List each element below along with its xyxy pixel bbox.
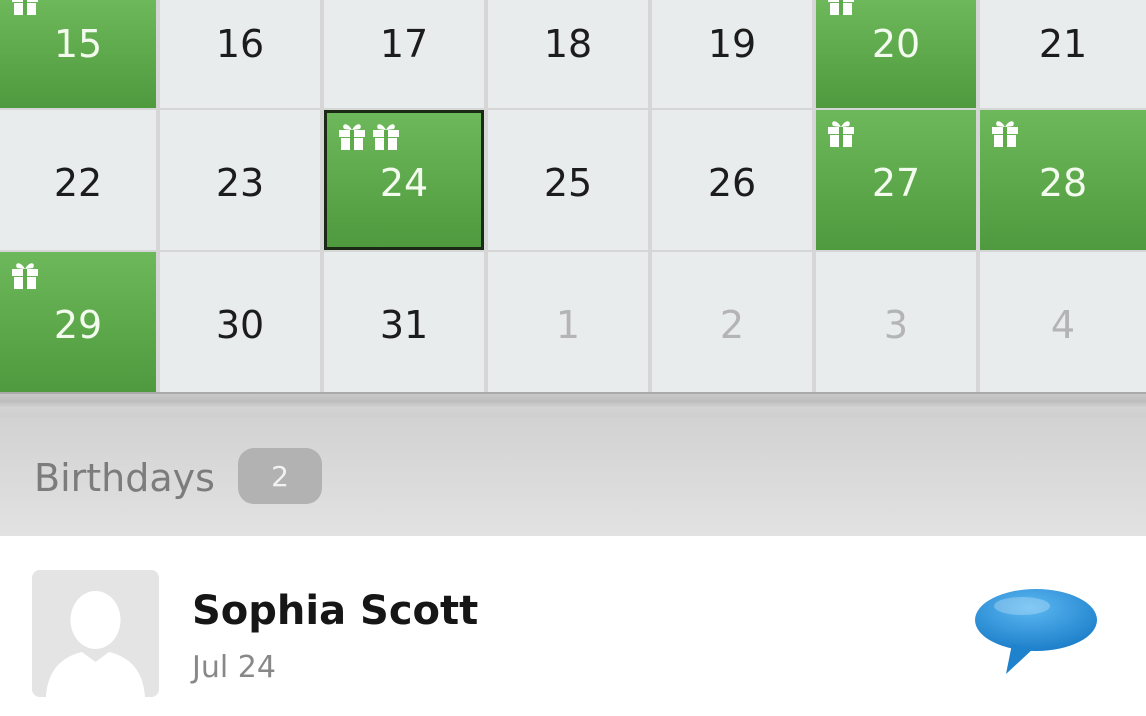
day-number: 31 <box>379 303 429 347</box>
gift-icon <box>992 121 1018 147</box>
calendar-day-31[interactable]: 31 <box>324 252 484 392</box>
list-item[interactable]: Sophia Scott Jul 24 <box>0 536 1146 716</box>
calendar-day-19[interactable]: 19 <box>652 0 812 108</box>
gift-icon <box>828 121 854 147</box>
calendar-day-20[interactable]: 20 <box>816 0 976 108</box>
day-number: 21 <box>1038 22 1088 66</box>
day-number: 3 <box>883 303 909 347</box>
calendar-week-row: 29 30 31 1 2 3 4 <box>0 252 1146 392</box>
birthday-list: Sophia Scott Jul 24 <box>0 536 1146 716</box>
gift-icons <box>826 0 856 16</box>
day-number: 29 <box>53 303 103 347</box>
send-message-button[interactable] <box>972 586 1100 676</box>
day-number: 23 <box>215 161 265 205</box>
day-number: 15 <box>53 22 103 66</box>
person-name: Sophia Scott <box>192 588 479 634</box>
calendar-week-row: 15 16 17 18 19 20 21 <box>0 0 1146 108</box>
day-number: 18 <box>543 22 593 66</box>
calendar-day-15[interactable]: 15 <box>0 0 156 108</box>
avatar <box>32 570 159 697</box>
gift-icons <box>10 0 40 16</box>
calendar-day-28[interactable]: 28 <box>980 110 1146 250</box>
day-number: 16 <box>215 22 265 66</box>
calendar-day-1-next-month[interactable]: 1 <box>488 252 648 392</box>
gift-icons <box>826 118 856 148</box>
gift-icon <box>828 0 854 15</box>
day-number: 27 <box>871 161 921 205</box>
section-title: Birthdays <box>34 456 215 500</box>
day-number: 2 <box>719 303 745 347</box>
gift-icons <box>10 260 40 290</box>
birthday-count-badge: 2 <box>238 448 322 504</box>
day-number: 24 <box>379 161 429 205</box>
day-number: 17 <box>379 22 429 66</box>
calendar-day-26[interactable]: 26 <box>652 110 812 250</box>
gift-icon <box>373 124 399 150</box>
day-number: 4 <box>1050 303 1076 347</box>
calendar-bottom-edge <box>0 392 1146 418</box>
calendar-day-2-next-month[interactable]: 2 <box>652 252 812 392</box>
calendar-day-22[interactable]: 22 <box>0 110 156 250</box>
gift-icon <box>339 124 365 150</box>
calendar-day-25[interactable]: 25 <box>488 110 648 250</box>
calendar-day-23[interactable]: 23 <box>160 110 320 250</box>
day-number: 1 <box>555 303 581 347</box>
day-number: 22 <box>53 161 103 205</box>
calendar-day-21[interactable]: 21 <box>980 0 1146 108</box>
calendar-day-30[interactable]: 30 <box>160 252 320 392</box>
person-silhouette-icon <box>32 570 159 697</box>
calendar-grid: 15 16 17 18 19 20 21 22 23 24 25 26 27 28 29 30 31 1 2 3 4 <box>0 0 1146 392</box>
gift-icon <box>12 263 38 289</box>
birthdays-section-header: Birthdays 2 <box>0 418 1146 536</box>
gift-icons <box>990 118 1020 148</box>
calendar-day-24[interactable]: 24 <box>324 110 484 250</box>
gift-icon <box>12 0 38 15</box>
birthday-date: Jul 24 <box>192 650 276 685</box>
calendar-day-27[interactable]: 27 <box>816 110 976 250</box>
calendar-day-3-next-month[interactable]: 3 <box>816 252 976 392</box>
calendar-day-29[interactable]: 29 <box>0 252 156 392</box>
day-number: 30 <box>215 303 265 347</box>
day-number: 26 <box>707 161 757 205</box>
calendar-week-row: 22 23 24 25 26 27 28 <box>0 110 1146 250</box>
speech-bubble-icon <box>975 589 1097 674</box>
day-number: 25 <box>543 161 593 205</box>
calendar-day-4-next-month[interactable]: 4 <box>980 252 1146 392</box>
gift-icons <box>337 121 401 151</box>
day-number: 19 <box>707 22 757 66</box>
calendar-day-18[interactable]: 18 <box>488 0 648 108</box>
day-number: 28 <box>1038 161 1088 205</box>
calendar-day-17[interactable]: 17 <box>324 0 484 108</box>
day-number: 20 <box>871 22 921 66</box>
calendar-day-16[interactable]: 16 <box>160 0 320 108</box>
